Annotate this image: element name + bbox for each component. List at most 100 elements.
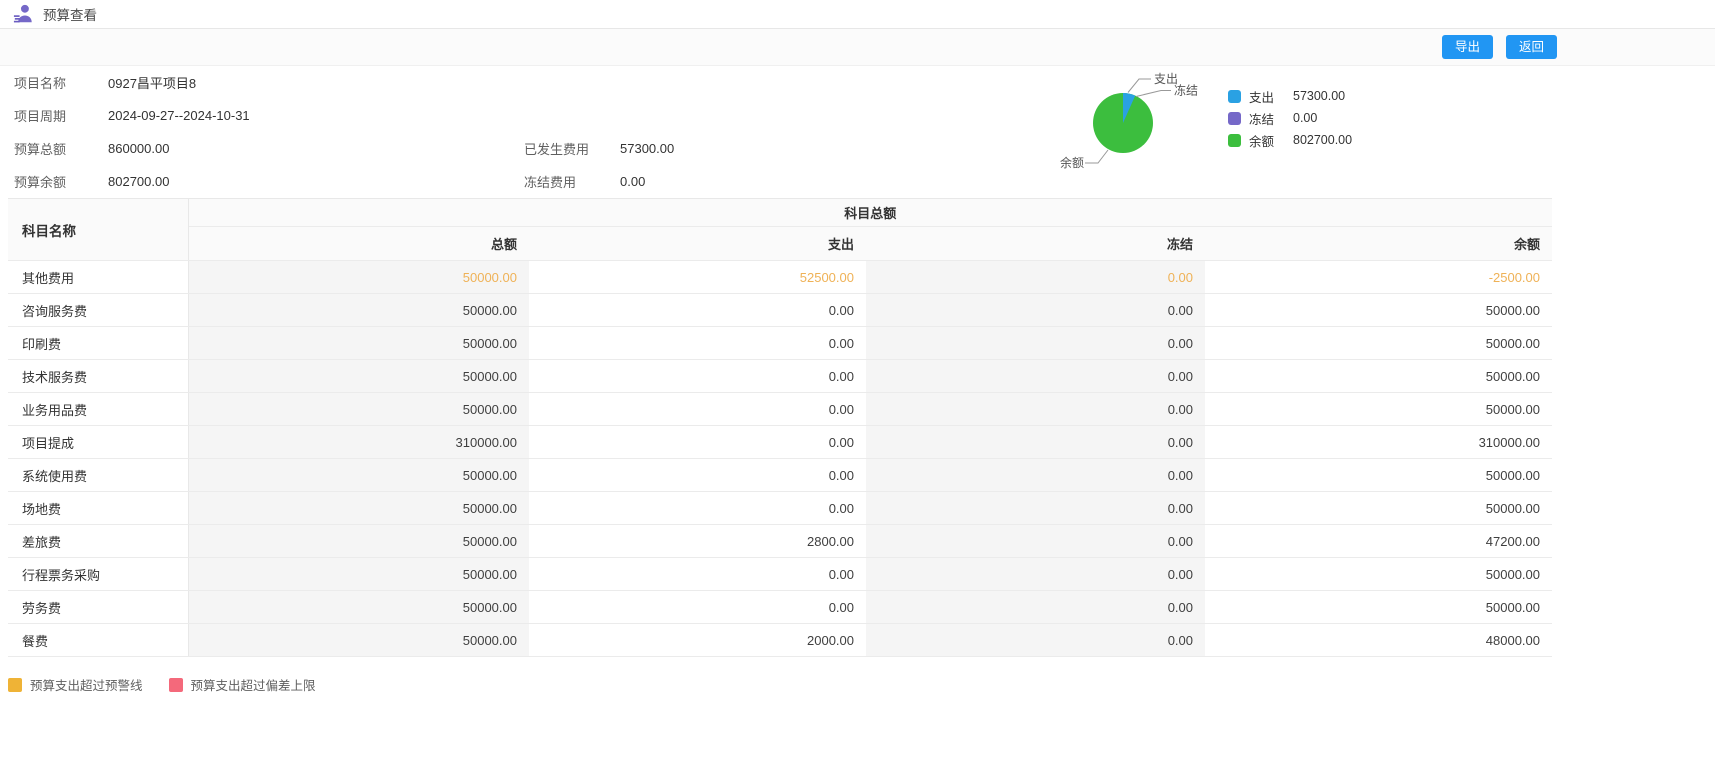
legend-item-deviation-limit: 预算支出超过偏差上限 xyxy=(169,675,316,694)
budget-total-value: 860000.00 xyxy=(108,141,524,156)
cell-expense: 0.00 xyxy=(529,360,866,393)
legend-label: 预算支出超过预警线 xyxy=(30,675,143,694)
cell-frozen: 0.00 xyxy=(866,261,1205,294)
cell-total: 50000.00 xyxy=(188,525,529,558)
cell-frozen: 0.00 xyxy=(866,393,1205,426)
cell-expense: 52500.00 xyxy=(529,261,866,294)
frozen-expense-value: 0.00 xyxy=(620,174,1036,189)
cell-balance: 48000.00 xyxy=(1205,624,1552,657)
leader-line-balance xyxy=(1085,150,1108,163)
deviation-swatch xyxy=(169,678,183,692)
leader-line-expense xyxy=(1128,79,1151,93)
legend-item-balance[interactable]: 余额 802700.00 xyxy=(1228,133,1352,147)
table-row: 印刷费 50000.00 0.00 0.00 50000.00 xyxy=(8,327,1552,360)
cell-total: 50000.00 xyxy=(188,294,529,327)
legend-name: 冻结 xyxy=(1249,109,1285,128)
cell-expense: 0.00 xyxy=(529,393,866,426)
legend-item-frozen[interactable]: 冻结 0.00 xyxy=(1228,111,1352,125)
leader-line-frozen xyxy=(1136,91,1171,97)
legend-name: 余额 xyxy=(1249,131,1285,150)
cell-balance: -2500.00 xyxy=(1205,261,1552,294)
cell-total: 50000.00 xyxy=(188,624,529,657)
cell-expense: 0.00 xyxy=(529,294,866,327)
callout-balance: 余额 xyxy=(1060,155,1084,170)
table-row: 差旅费 50000.00 2800.00 0.00 47200.00 xyxy=(8,525,1552,558)
table-row: 劳务费 50000.00 0.00 0.00 50000.00 xyxy=(8,591,1552,624)
info-row: 预算余额 802700.00 冻结费用 0.00 xyxy=(0,165,1715,198)
column-group-header: 科目总额 xyxy=(188,199,1552,227)
warning-swatch xyxy=(8,678,22,692)
table-row: 场地费 50000.00 0.00 0.00 50000.00 xyxy=(8,492,1552,525)
cell-balance: 50000.00 xyxy=(1205,294,1552,327)
legend-value: 57300.00 xyxy=(1293,89,1345,103)
cell-frozen: 0.00 xyxy=(866,624,1205,657)
field-label: 已发生费用 xyxy=(524,139,620,158)
project-period-value: 2024-09-27--2024-10-31 xyxy=(108,108,250,123)
cell-frozen: 0.00 xyxy=(866,525,1205,558)
subject-name: 差旅费 xyxy=(8,525,188,558)
subject-name: 技术服务费 xyxy=(8,360,188,393)
cell-frozen: 0.00 xyxy=(866,294,1205,327)
cell-total: 50000.00 xyxy=(188,591,529,624)
field-label: 项目周期 xyxy=(0,106,108,125)
cell-expense: 0.00 xyxy=(529,558,866,591)
cell-frozen: 0.00 xyxy=(866,426,1205,459)
cell-expense: 2800.00 xyxy=(529,525,866,558)
budget-balance-value: 802700.00 xyxy=(108,174,524,189)
legend-item-expense[interactable]: 支出 57300.00 xyxy=(1228,89,1352,103)
info-row: 预算总额 860000.00 已发生费用 57300.00 xyxy=(0,132,1715,165)
field-label: 预算余额 xyxy=(0,172,108,191)
subject-name: 项目提成 xyxy=(8,426,188,459)
table-row: 项目提成 310000.00 0.00 0.00 310000.00 xyxy=(8,426,1552,459)
subject-name: 咨询服务费 xyxy=(8,294,188,327)
callout-frozen: 冻结 xyxy=(1174,83,1198,98)
pie-legend: 支出 57300.00 冻结 0.00 余额 802700.00 xyxy=(1228,89,1352,155)
cell-balance: 50000.00 xyxy=(1205,591,1552,624)
legend-swatch-frozen xyxy=(1228,112,1241,125)
export-button[interactable]: 导出 xyxy=(1442,35,1493,59)
project-info-section: 项目名称 0927昌平项目8 项目周期 2024-09-27--2024-10-… xyxy=(0,66,1715,198)
column-header-frozen: 冻结 xyxy=(866,227,1205,261)
app-header: 预算查看 xyxy=(0,0,1715,29)
subject-name: 劳务费 xyxy=(8,591,188,624)
cell-frozen: 0.00 xyxy=(866,558,1205,591)
legend-value: 0.00 xyxy=(1293,111,1317,125)
back-button[interactable]: 返回 xyxy=(1506,35,1557,59)
cell-expense: 0.00 xyxy=(529,591,866,624)
cell-total: 50000.00 xyxy=(188,459,529,492)
legend-label: 预算支出超过偏差上限 xyxy=(191,675,316,694)
cell-balance: 310000.00 xyxy=(1205,426,1552,459)
cell-frozen: 0.00 xyxy=(866,327,1205,360)
table-row: 其他费用 50000.00 52500.00 0.00 -2500.00 xyxy=(8,261,1552,294)
page-title: 预算查看 xyxy=(43,4,97,24)
toolbar: 导出 返回 xyxy=(0,29,1715,66)
info-row: 项目周期 2024-09-27--2024-10-31 xyxy=(0,99,1715,132)
cell-balance: 50000.00 xyxy=(1205,492,1552,525)
cell-frozen: 0.00 xyxy=(866,591,1205,624)
cell-frozen: 0.00 xyxy=(866,492,1205,525)
user-icon xyxy=(13,3,35,25)
cell-total: 50000.00 xyxy=(188,327,529,360)
cell-frozen: 0.00 xyxy=(866,360,1205,393)
incurred-expense-value: 57300.00 xyxy=(620,141,1036,156)
cell-total: 50000.00 xyxy=(188,360,529,393)
subject-name: 餐费 xyxy=(8,624,188,657)
table-row: 餐费 50000.00 2000.00 0.00 48000.00 xyxy=(8,624,1552,657)
table-row: 系统使用费 50000.00 0.00 0.00 50000.00 xyxy=(8,459,1552,492)
cell-total: 50000.00 xyxy=(188,558,529,591)
table-row: 技术服务费 50000.00 0.00 0.00 50000.00 xyxy=(8,360,1552,393)
table-row: 咨询服务费 50000.00 0.00 0.00 50000.00 xyxy=(8,294,1552,327)
cell-total: 50000.00 xyxy=(188,393,529,426)
cell-total: 310000.00 xyxy=(188,426,529,459)
field-label: 项目名称 xyxy=(0,73,108,92)
info-row: 项目名称 0927昌平项目8 xyxy=(0,66,1715,99)
cell-expense: 0.00 xyxy=(529,492,866,525)
subject-name: 业务用品费 xyxy=(8,393,188,426)
legend-value: 802700.00 xyxy=(1293,133,1352,147)
legend-swatch-balance xyxy=(1228,134,1241,147)
budget-pie-chart: 支出 冻结 余额 支出 57300.00 冻结 0.00 余额 802700.0… xyxy=(1058,66,1428,198)
cell-expense: 0.00 xyxy=(529,459,866,492)
legend-swatch-expense xyxy=(1228,90,1241,103)
project-name-value: 0927昌平项目8 xyxy=(108,73,196,92)
subject-name: 系统使用费 xyxy=(8,459,188,492)
